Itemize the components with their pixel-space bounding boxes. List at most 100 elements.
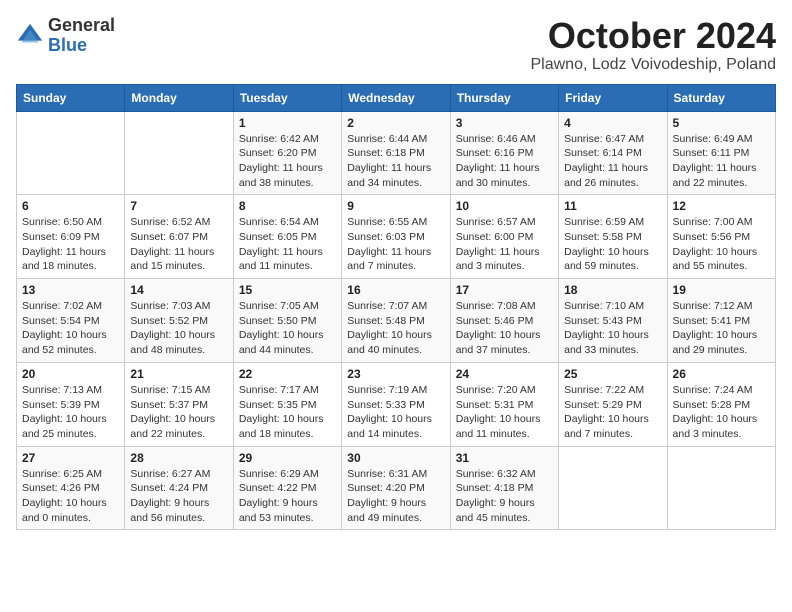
calendar-cell: 22 Sunrise: 7:17 AM Sunset: 5:35 PM Dayli…: [233, 362, 341, 446]
day-info: Sunrise: 7:03 AM Sunset: 5:52 PM Dayligh…: [130, 299, 227, 358]
calendar-cell: 27 Sunrise: 6:25 AM Sunset: 4:26 PM Dayli…: [17, 446, 125, 530]
calendar-cell: 10 Sunrise: 6:57 AM Sunset: 6:00 PM Dayli…: [450, 195, 558, 279]
day-info: Sunrise: 6:50 AM Sunset: 6:09 PM Dayligh…: [22, 215, 119, 274]
day-info: Sunrise: 6:54 AM Sunset: 6:05 PM Dayligh…: [239, 215, 336, 274]
day-info: Sunrise: 6:27 AM Sunset: 4:24 PM Dayligh…: [130, 467, 227, 526]
day-number: 31: [456, 451, 553, 465]
day-header-friday: Friday: [559, 84, 667, 111]
day-number: 12: [673, 199, 770, 213]
day-info: Sunrise: 6:32 AM Sunset: 4:18 PM Dayligh…: [456, 467, 553, 526]
logo-text: General Blue: [48, 16, 115, 56]
day-info: Sunrise: 7:07 AM Sunset: 5:48 PM Dayligh…: [347, 299, 444, 358]
day-header-sunday: Sunday: [17, 84, 125, 111]
calendar-cell: [17, 111, 125, 195]
day-info: Sunrise: 7:10 AM Sunset: 5:43 PM Dayligh…: [564, 299, 661, 358]
logo-blue: Blue: [48, 36, 115, 56]
calendar-cell: 8 Sunrise: 6:54 AM Sunset: 6:05 PM Daylig…: [233, 195, 341, 279]
calendar-cell: 21Sunrise: 7:15 AM Sunset: 5:37 PM Dayli…: [125, 362, 233, 446]
day-info: Sunrise: 7:08 AM Sunset: 5:46 PM Dayligh…: [456, 299, 553, 358]
calendar-cell: 29Sunrise: 6:29 AM Sunset: 4:22 PM Dayli…: [233, 446, 341, 530]
calendar-cell: 26 Sunrise: 7:24 AM Sunset: 5:28 PM Dayli…: [667, 362, 775, 446]
day-info: Sunrise: 6:52 AM Sunset: 6:07 PM Dayligh…: [130, 215, 227, 274]
week-row-1: 1 Sunrise: 6:42 AM Sunset: 6:20 PM Daylig…: [17, 111, 776, 195]
day-info: Sunrise: 7:00 AM Sunset: 5:56 PM Dayligh…: [673, 215, 770, 274]
day-number: 11: [564, 199, 661, 213]
calendar-cell: 17 Sunrise: 7:08 AM Sunset: 5:46 PM Dayli…: [450, 279, 558, 363]
calendar-cell: 30Sunrise: 6:31 AM Sunset: 4:20 PM Dayli…: [342, 446, 450, 530]
day-number: 20: [22, 367, 119, 381]
day-number: 1: [239, 116, 336, 130]
day-header-tuesday: Tuesday: [233, 84, 341, 111]
calendar-cell: 2Sunrise: 6:44 AM Sunset: 6:18 PM Daylig…: [342, 111, 450, 195]
day-number: 10: [456, 199, 553, 213]
calendar-cell: 7 Sunrise: 6:52 AM Sunset: 6:07 PM Daylig…: [125, 195, 233, 279]
day-number: 9: [347, 199, 444, 213]
day-info: Sunrise: 7:13 AM Sunset: 5:39 PM Dayligh…: [22, 383, 119, 442]
day-info: Sunrise: 6:42 AM Sunset: 6:20 PM Dayligh…: [239, 132, 336, 191]
day-number: 13: [22, 283, 119, 297]
week-row-5: 27 Sunrise: 6:25 AM Sunset: 4:26 PM Dayli…: [17, 446, 776, 530]
header-row: SundayMondayTuesdayWednesdayThursdayFrid…: [17, 84, 776, 111]
calendar-cell: 19 Sunrise: 7:12 AM Sunset: 5:41 PM Dayli…: [667, 279, 775, 363]
day-header-thursday: Thursday: [450, 84, 558, 111]
day-header-monday: Monday: [125, 84, 233, 111]
day-header-saturday: Saturday: [667, 84, 775, 111]
calendar-cell: 11 Sunrise: 6:59 AM Sunset: 5:58 PM Dayli…: [559, 195, 667, 279]
day-header-wednesday: Wednesday: [342, 84, 450, 111]
day-number: 8: [239, 199, 336, 213]
day-number: 26: [673, 367, 770, 381]
day-number: 7: [130, 199, 227, 213]
calendar-cell: 16 Sunrise: 7:07 AM Sunset: 5:48 PM Dayli…: [342, 279, 450, 363]
calendar-cell: 4 Sunrise: 6:47 AM Sunset: 6:14 PM Daylig…: [559, 111, 667, 195]
day-number: 6: [22, 199, 119, 213]
day-number: 22: [239, 367, 336, 381]
week-row-3: 13Sunrise: 7:02 AM Sunset: 5:54 PM Dayli…: [17, 279, 776, 363]
calendar-cell: [667, 446, 775, 530]
day-number: 18: [564, 283, 661, 297]
day-number: 2: [347, 116, 444, 130]
day-info: Sunrise: 6:31 AM Sunset: 4:20 PM Dayligh…: [347, 467, 444, 526]
day-number: 19: [673, 283, 770, 297]
day-info: Sunrise: 6:57 AM Sunset: 6:00 PM Dayligh…: [456, 215, 553, 274]
day-info: Sunrise: 7:19 AM Sunset: 5:33 PM Dayligh…: [347, 383, 444, 442]
day-number: 16: [347, 283, 444, 297]
calendar-cell: [559, 446, 667, 530]
calendar-cell: 20 Sunrise: 7:13 AM Sunset: 5:39 PM Dayli…: [17, 362, 125, 446]
day-info: Sunrise: 7:17 AM Sunset: 5:35 PM Dayligh…: [239, 383, 336, 442]
calendar-cell: 14 Sunrise: 7:03 AM Sunset: 5:52 PM Dayli…: [125, 279, 233, 363]
day-number: 5: [673, 116, 770, 130]
day-number: 25: [564, 367, 661, 381]
calendar-cell: 31 Sunrise: 6:32 AM Sunset: 4:18 PM Dayli…: [450, 446, 558, 530]
day-number: 24: [456, 367, 553, 381]
location: Plawno, Lodz Voivodeship, Poland: [530, 56, 776, 74]
calendar-cell: 6 Sunrise: 6:50 AM Sunset: 6:09 PM Daylig…: [17, 195, 125, 279]
calendar-cell: 25 Sunrise: 7:22 AM Sunset: 5:29 PM Dayli…: [559, 362, 667, 446]
day-info: Sunrise: 6:47 AM Sunset: 6:14 PM Dayligh…: [564, 132, 661, 191]
day-number: 3: [456, 116, 553, 130]
day-number: 14: [130, 283, 227, 297]
day-info: Sunrise: 6:59 AM Sunset: 5:58 PM Dayligh…: [564, 215, 661, 274]
calendar-cell: 15Sunrise: 7:05 AM Sunset: 5:50 PM Dayli…: [233, 279, 341, 363]
calendar-cell: 23 Sunrise: 7:19 AM Sunset: 5:33 PM Dayli…: [342, 362, 450, 446]
logo-icon: [16, 22, 44, 50]
calendar-cell: 18 Sunrise: 7:10 AM Sunset: 5:43 PM Dayli…: [559, 279, 667, 363]
day-number: 4: [564, 116, 661, 130]
calendar-cell: 24Sunrise: 7:20 AM Sunset: 5:31 PM Dayli…: [450, 362, 558, 446]
day-number: 27: [22, 451, 119, 465]
day-info: Sunrise: 7:24 AM Sunset: 5:28 PM Dayligh…: [673, 383, 770, 442]
calendar-table: SundayMondayTuesdayWednesdayThursdayFrid…: [16, 84, 776, 531]
day-number: 23: [347, 367, 444, 381]
page-header: General Blue October 2024 Plawno, Lodz V…: [16, 16, 776, 74]
day-info: Sunrise: 7:12 AM Sunset: 5:41 PM Dayligh…: [673, 299, 770, 358]
logo-general: General: [48, 16, 115, 36]
day-info: Sunrise: 7:05 AM Sunset: 5:50 PM Dayligh…: [239, 299, 336, 358]
logo: General Blue: [16, 16, 115, 56]
calendar-cell: 1 Sunrise: 6:42 AM Sunset: 6:20 PM Daylig…: [233, 111, 341, 195]
day-number: 17: [456, 283, 553, 297]
day-info: Sunrise: 7:22 AM Sunset: 5:29 PM Dayligh…: [564, 383, 661, 442]
calendar-cell: 12 Sunrise: 7:00 AM Sunset: 5:56 PM Dayli…: [667, 195, 775, 279]
day-info: Sunrise: 6:29 AM Sunset: 4:22 PM Dayligh…: [239, 467, 336, 526]
day-info: Sunrise: 6:25 AM Sunset: 4:26 PM Dayligh…: [22, 467, 119, 526]
calendar-cell: 28Sunrise: 6:27 AM Sunset: 4:24 PM Dayli…: [125, 446, 233, 530]
day-info: Sunrise: 6:46 AM Sunset: 6:16 PM Dayligh…: [456, 132, 553, 191]
